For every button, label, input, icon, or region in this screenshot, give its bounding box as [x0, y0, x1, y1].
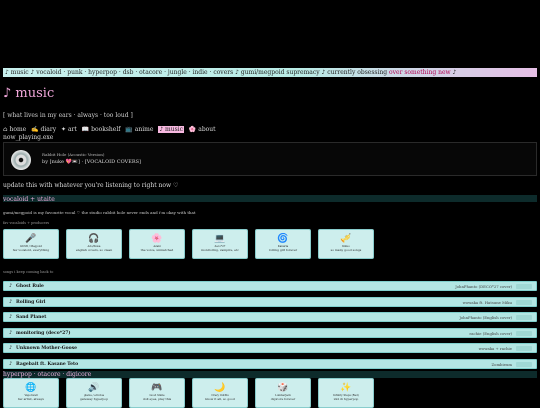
song-list: ♪ Ghost Rule JohnPhanto (DECO*27 cover) ♪ R… [3, 281, 537, 374]
song-artist: wowaka ft. Hatsune Miku [462, 299, 512, 305]
headphones-icon: 🎧 [88, 234, 100, 244]
song-tag [516, 330, 532, 336]
nav-bookshelf[interactable]: 📖 bookshelf [82, 126, 121, 133]
song-row[interactable]: ♪ Ragebait ft. Kasane Teto Zombieum [3, 358, 537, 369]
artist-card-desc: english covers, so clean [75, 248, 113, 252]
artist-card[interactable]: 🌀 Kanaria rolling girl forever [255, 229, 311, 259]
artist-card-desc: gateway hyperpop [79, 397, 109, 401]
now-playing-label: now_playing.exe [3, 134, 54, 141]
artist-card[interactable]: 💻 deco*27 monitoring, vampire, etc [192, 229, 248, 259]
artist-card-desc: the voice, unmatched [140, 248, 174, 252]
marquee-banner: ♪ music ♪ vocaloid · punk · hyperpop · d… [3, 68, 537, 77]
song-name: Ghost Rule [16, 284, 44, 289]
page-tagline: [ what lives in my ears · always · too l… [3, 112, 133, 119]
music-note-icon: ♪ [9, 283, 13, 289]
artist-card-desc: digicore forever [270, 397, 296, 401]
song-name: Ragebait ft. Kasane Teto [16, 361, 79, 367]
moon-icon: 🌙 [214, 383, 226, 393]
nav-bar: ⌂ home ✍ diary ✦ art 📖 bookshelf 📺 anime… [3, 126, 219, 133]
marquee-text: ♪ music ♪ vocaloid · punk · hyperpop · d… [5, 69, 390, 76]
laptop-icon: 💻 [214, 234, 226, 244]
artist-card[interactable]: ✨ Infinity Steps (Red) idol & hyperpop [318, 378, 374, 408]
song-name: Sand Planet [16, 315, 47, 320]
microphone-icon: 🎤 [25, 234, 37, 244]
song-tag [516, 284, 532, 289]
song-tag [516, 315, 532, 320]
artist-card-desc: idol & hyperpop [333, 397, 359, 401]
now-playing-artist: by [nuke 💖📼] · [VOCALOID COVERS] [42, 159, 141, 165]
artist-card-desc: so many good songs [330, 248, 362, 252]
spiral-icon: 🌀 [277, 234, 289, 244]
hyperpop-section-title: hyperpop · otacore · digicore [3, 371, 92, 378]
hyperpop-cards: 🌐 Vaporwall fav artist, always 🔊 glaive / e… [3, 378, 374, 408]
music-note-icon: ♪ [9, 298, 13, 305]
artist-card[interactable]: 🎮 Good Smile doll eyes, play this [129, 378, 185, 408]
vocaloid-cards: 🎤 GUMI / Megpoid fav vocaloid, everything … [3, 229, 374, 259]
artist-card-desc: doll eyes, play this [142, 397, 172, 401]
song-row[interactable]: ♪ monitoring (deco*27) rachie (English cov… [3, 327, 537, 338]
cd-icon [11, 150, 31, 170]
marquee-highlight: over something new [389, 69, 451, 76]
song-name: Unknown Mother-Goose [16, 346, 77, 351]
trumpet-icon: 🎺 [340, 234, 352, 244]
nav-about[interactable]: 🌸 about [189, 126, 216, 133]
music-note-icon: ♪ [9, 360, 13, 367]
artist-card-desc: rolling girl forever [268, 248, 298, 252]
song-artist: JohnPhanto (DECO*27 cover) [455, 284, 512, 289]
artist-card[interactable]: 🎤 GUMI / Megpoid fav vocaloid, everything [3, 229, 59, 259]
nav-music[interactable]: ♪ music [158, 126, 184, 133]
sparkles-icon: ✨ [340, 383, 352, 393]
nav-home[interactable]: ⌂ home [3, 126, 26, 133]
song-name: Rolling Girl [16, 299, 46, 305]
section-bar [3, 195, 537, 202]
song-tag [516, 299, 532, 305]
artist-card-desc: fav artist, always [18, 397, 44, 401]
artist-card[interactable]: 🌐 Vaporwall fav artist, always [3, 378, 59, 408]
song-artist: wowaka + rachie [478, 346, 512, 351]
music-note-icon: ♪ [9, 314, 13, 320]
artist-card[interactable]: 🌙 Crazy Outfits know it all, so good [192, 378, 248, 408]
speaker-icon: 🔊 [88, 383, 100, 393]
update-note: update this with whatever you're listeni… [3, 182, 179, 189]
song-name: monitoring (deco*27) [16, 330, 71, 336]
music-note-icon: ♪ [9, 329, 13, 336]
vocaloid-section-title: vocaloid + utaite [3, 196, 55, 203]
nav-diary[interactable]: ✍ diary [31, 126, 56, 133]
song-row[interactable]: ♪ Ghost Rule JohnPhanto (DECO*27 cover) [3, 281, 537, 291]
vocaloid-section-sub: gumi/megpoid is my favourite vocal ♡ the… [3, 210, 196, 215]
nav-art[interactable]: ✦ art [61, 126, 77, 133]
artist-card-desc: know it all, so good [205, 397, 235, 401]
flower-icon: 🌸 [151, 234, 163, 244]
artist-card-desc: monitoring, vampire, etc [201, 248, 239, 252]
song-tag [516, 361, 532, 367]
marquee-end: ♪ [450, 69, 457, 76]
artist-card[interactable]: 🔊 glaive / ericdoa gateway hyperpop [66, 378, 122, 408]
song-artist: JohnPhanto (English cover) [459, 315, 512, 320]
gamepad-icon: 🎮 [151, 383, 163, 393]
song-tag [516, 346, 532, 351]
song-artist: rachie (English cover) [469, 330, 512, 336]
now-playing-song: Rabbit Hole (Acoustic Version) [42, 152, 105, 157]
page-title: ♪ music [3, 86, 55, 101]
music-note-icon: ♪ [9, 345, 13, 351]
artist-card[interactable]: 🎺 Kikuo so many good songs [318, 229, 374, 259]
song-row[interactable]: ♪ Sand Planet JohnPhanto (English cover) [3, 312, 537, 322]
artist-card[interactable]: 🌸 Azaki the voice, unmatched [129, 229, 185, 259]
dice-icon: 🎲 [277, 383, 289, 393]
artist-card-desc: fav vocaloid, everything [12, 248, 50, 252]
vocaloid-cards-label: fav vocaloids + producers [3, 221, 50, 225]
songs-label: songs i keep coming back to [3, 270, 54, 274]
artist-card[interactable]: 🎧 Ado/Pewa english covers, so clean [66, 229, 122, 259]
globe-icon: 🌐 [25, 383, 37, 393]
song-row[interactable]: ♪ Unknown Mother-Goose wowaka + rachie [3, 343, 537, 353]
song-artist: Zombieum [491, 361, 512, 367]
artist-card[interactable]: 🎲 Lumberjack digicore forever [255, 378, 311, 408]
now-playing-widget: Rabbit Hole (Acoustic Version) by [nuke … [3, 142, 537, 176]
nav-anime[interactable]: 📺 anime [125, 126, 153, 133]
song-row[interactable]: ♪ Rolling Girl wowaka ft. Hatsune Miku [3, 296, 537, 307]
